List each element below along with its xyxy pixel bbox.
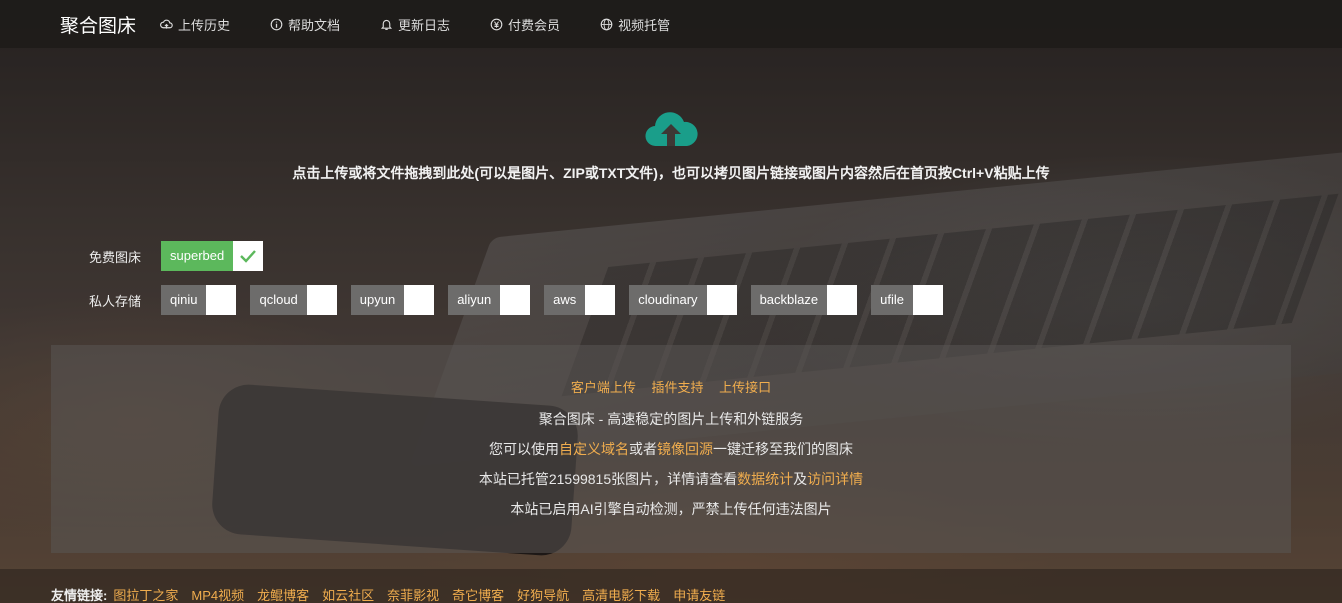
- footer-link[interactable]: MP4视频: [191, 585, 244, 603]
- nav-item-label: 付费会员: [508, 17, 561, 33]
- storage-option-name: backblaze: [750, 285, 828, 315]
- footer-link[interactable]: 好狗导航: [517, 585, 569, 603]
- storage-option-name: superbed: [161, 241, 234, 271]
- cloud-upload-icon[interactable]: [644, 108, 698, 150]
- storage-option-aliyun[interactable]: aliyun: [448, 285, 531, 315]
- panel-text: 您可以使用: [489, 441, 559, 457]
- private-storage-row: 私人存储 qiniu qcloud upyun aliyun aws cloud…: [89, 285, 957, 315]
- storage-option-name: aws: [544, 285, 586, 315]
- footer-label: 友情链接:: [51, 587, 108, 603]
- info-icon: [270, 18, 283, 30]
- panel-text: 本站已托管21599815张图片，详情请查看: [478, 471, 738, 487]
- footer-link[interactable]: 奇它博客: [452, 585, 504, 603]
- nav-item-label: 上传历史: [178, 17, 231, 33]
- storage-option-ufile[interactable]: ufile: [871, 285, 943, 315]
- storage-option-superbed[interactable]: superbed: [161, 241, 264, 271]
- brand-title[interactable]: 聚合图床: [60, 11, 160, 38]
- upload-hint-text[interactable]: 点击上传或将文件拖拽到此处(可以是图片、ZIP或TXT文件)，也可以拷贝图片链接…: [0, 163, 1342, 183]
- cloud-icon: [160, 19, 173, 29]
- footer-links: 友情链接: 图拉丁之家 MP4视频 龙鲲博客 如云社区 奈菲影视 奇它博客 好狗…: [0, 569, 1342, 603]
- storage-option-name: qcloud: [250, 285, 307, 315]
- data-stats-link[interactable]: 数据统计: [737, 471, 793, 487]
- panel-stats-line: 本站已托管21599815张图片，详情请查看数据统计及访问详情: [51, 469, 1291, 489]
- globe-icon: [600, 18, 613, 30]
- nav-item-vip[interactable]: 付费会员: [490, 15, 560, 34]
- free-storage-row: 免费图床 superbed: [89, 241, 277, 271]
- private-storage-label: 私人存储: [89, 293, 142, 309]
- free-storage-label: 免费图床: [89, 249, 142, 265]
- storage-checkbox[interactable]: [500, 285, 531, 315]
- nav-item-help-docs[interactable]: 帮助文档: [270, 15, 340, 34]
- nav-item-label: 帮助文档: [288, 17, 341, 33]
- nav-item-upload-history[interactable]: 上传历史: [160, 15, 230, 34]
- panel-tagline: 聚合图床 - 高速稳定的图片上传和外链服务: [538, 411, 804, 427]
- storage-checkbox[interactable]: [912, 285, 943, 315]
- footer-link[interactable]: 奈菲影视: [387, 585, 439, 603]
- storage-checkbox[interactable]: [706, 285, 737, 315]
- footer-link[interactable]: 高清电影下载: [582, 585, 660, 603]
- footer-link[interactable]: 如云社区: [322, 585, 374, 603]
- panel-domain-line: 您可以使用自定义域名或者镜像回源一键迁移至我们的图床: [51, 439, 1291, 459]
- panel-links: 客户端上传 插件支持 上传接口: [51, 377, 1291, 396]
- storage-option-qcloud[interactable]: qcloud: [250, 285, 337, 315]
- storage-option-qiniu[interactable]: qiniu: [161, 285, 237, 315]
- storage-option-backblaze[interactable]: backblaze: [750, 285, 858, 315]
- storage-option-name: upyun: [350, 285, 405, 315]
- footer-link[interactable]: 图拉丁之家: [113, 585, 178, 603]
- access-details-link[interactable]: 访问详情: [807, 471, 863, 487]
- storage-option-name: cloudinary: [629, 285, 707, 315]
- nav-item-changelog[interactable]: 更新日志: [380, 15, 450, 34]
- storage-checkbox[interactable]: [306, 285, 337, 315]
- storage-checkbox[interactable]: [827, 285, 858, 315]
- nav-item-label: 更新日志: [398, 17, 451, 33]
- footer-link[interactable]: 申请友链: [673, 585, 725, 603]
- panel-text: 一键迁移至我们的图床: [713, 441, 853, 457]
- upload-api-link[interactable]: 上传接口: [719, 380, 771, 395]
- storage-checkbox[interactable]: [233, 241, 264, 271]
- client-upload-link[interactable]: 客户端上传: [571, 380, 636, 395]
- storage-option-upyun[interactable]: upyun: [350, 285, 435, 315]
- storage-option-name: qiniu: [161, 285, 207, 315]
- custom-domain-link[interactable]: 自定义域名: [559, 441, 629, 457]
- nav-item-label: 视频托管: [618, 17, 671, 33]
- top-nav: 聚合图床 上传历史 帮助文档 更新日志 付费会员 视频托管: [0, 0, 1342, 48]
- storage-checkbox[interactable]: [585, 285, 616, 315]
- storage-option-name: aliyun: [448, 285, 501, 315]
- checkmark-icon: [240, 250, 257, 263]
- footer-link[interactable]: 龙鲲博客: [257, 585, 309, 603]
- plugin-support-link[interactable]: 插件支持: [651, 380, 703, 395]
- storage-option-aws[interactable]: aws: [544, 285, 616, 315]
- bell-icon: [380, 19, 393, 30]
- storage-option-name: ufile: [871, 285, 913, 315]
- storage-checkbox[interactable]: [206, 285, 237, 315]
- nav-item-video-hosting[interactable]: 视频托管: [600, 15, 670, 34]
- storage-checkbox[interactable]: [404, 285, 435, 315]
- panel-text: 或者: [629, 441, 657, 457]
- yen-icon: [490, 18, 503, 30]
- info-panel: 客户端上传 插件支持 上传接口 聚合图床 - 高速稳定的图片上传和外链服务 您可…: [51, 345, 1291, 553]
- panel-text: 及: [793, 471, 808, 487]
- storage-option-cloudinary[interactable]: cloudinary: [629, 285, 737, 315]
- panel-ai-notice: 本站已启用AI引擎自动检测，严禁上传任何违法图片: [510, 501, 832, 517]
- mirror-origin-link[interactable]: 镜像回源: [657, 441, 713, 457]
